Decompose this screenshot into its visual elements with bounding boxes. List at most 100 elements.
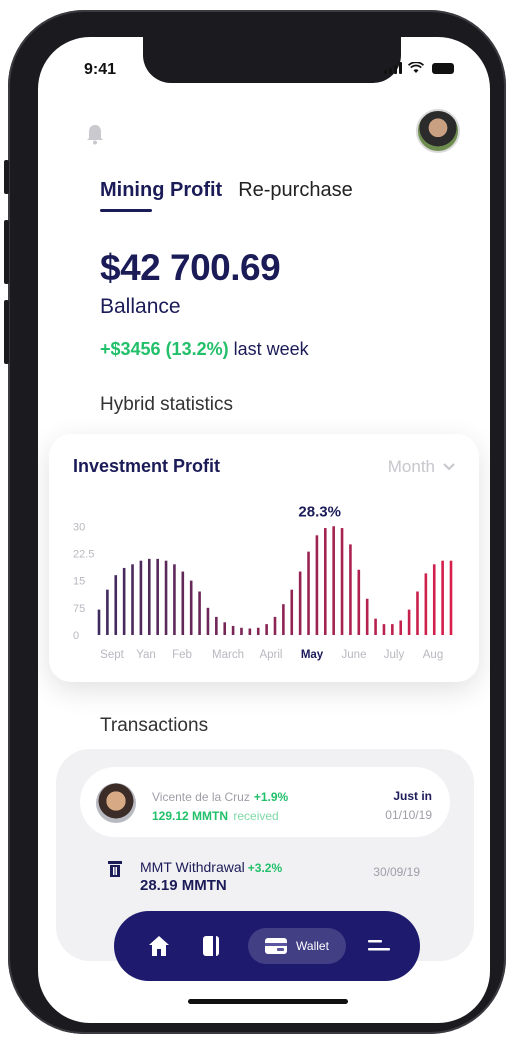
transaction-name[interactable]: MMT Withdrawal +3.2%: [140, 859, 282, 875]
chart-bar: [432, 564, 436, 635]
balance-label: Ballance: [100, 295, 181, 318]
transaction-when: Just in: [393, 789, 432, 803]
transaction-amount-value: 129.12 MMTN: [152, 809, 229, 823]
wallet-label: Wallet: [296, 939, 329, 953]
chart-bar: [399, 620, 403, 635]
chart-bar: [391, 624, 394, 635]
chart-bar: [298, 571, 302, 635]
battery-icon: [432, 63, 454, 74]
x-tick-label[interactable]: April: [259, 649, 282, 661]
volume-up-button: [4, 220, 9, 284]
withdrawal-icon: [108, 861, 122, 877]
chart-bar: [323, 528, 327, 635]
chart-bar: [424, 573, 428, 635]
chart-bar: [131, 564, 134, 635]
x-tick-label[interactable]: Aug: [423, 649, 443, 661]
card-icon[interactable]: [202, 935, 220, 957]
transaction-amount: 28.19 MMTN: [140, 877, 227, 894]
transaction-sender: Vicente de la Cruz: [152, 790, 250, 804]
wallet-icon: [265, 938, 288, 954]
x-tick-label[interactable]: July: [384, 649, 405, 661]
chart-bar: [156, 558, 159, 635]
transaction-status: received: [233, 809, 279, 823]
tab-mining-profit[interactable]: Mining Profit: [100, 179, 222, 212]
investment-profit-card: 0 75 15 22.5 30 28.3% Sept Yan Feb March April May J…: [49, 434, 479, 682]
status-icons: [384, 62, 454, 74]
chart-bar: [282, 604, 285, 635]
chart-bar: [407, 609, 411, 635]
balance-amount: $42 700.69: [100, 247, 281, 288]
chart-bar: [106, 589, 109, 635]
bottom-nav: Wallet: [114, 911, 420, 981]
card-title: Investment Profit: [73, 456, 221, 476]
x-tick-label[interactable]: June: [342, 649, 367, 661]
chart-bar: [416, 591, 419, 635]
chart-bar: [206, 607, 210, 635]
period-dropdown[interactable]: Month: [388, 457, 455, 477]
chart-bar: [449, 560, 453, 635]
app-screen: 9:41 Mining Profit Re-purchase $42 700.6…: [38, 37, 490, 1023]
y-tick-label: 0: [73, 630, 79, 642]
x-tick-label[interactable]: Yan: [136, 649, 156, 661]
chart-bar: [215, 616, 218, 635]
chart-bar: [256, 627, 260, 635]
x-tick-label[interactable]: March: [212, 649, 244, 661]
chart-bar: [441, 560, 444, 635]
section-title-hybrid-statistics: Hybrid statistics: [100, 394, 234, 415]
chart-bar: [240, 627, 243, 635]
chart-bar: [273, 616, 277, 635]
status-time: 9:41: [84, 61, 117, 78]
chart-bar: [147, 558, 151, 635]
chart-bar: [374, 618, 377, 635]
balance-change: +$3456 (13.2%) last week: [100, 339, 309, 360]
volume-down-button: [4, 300, 9, 364]
chart-bar: [349, 544, 352, 635]
notch: [143, 37, 401, 83]
chart-bar: [365, 598, 369, 635]
y-tick-label: 15: [73, 576, 85, 588]
chevron-down-icon: [443, 463, 455, 471]
transaction-title: MMT Withdrawal: [140, 859, 245, 875]
y-tick-label: 22.5: [73, 548, 94, 560]
chart-bar: [139, 560, 143, 635]
section-title-transactions: Transactions: [100, 715, 209, 736]
change-suffix: last week: [233, 339, 309, 359]
chart-bar: [114, 575, 118, 635]
x-tick-label[interactable]: Sept: [100, 649, 124, 661]
profile-avatar[interactable]: [416, 109, 460, 153]
chart-bar: [290, 589, 294, 635]
tab-re-purchase[interactable]: Re-purchase: [238, 179, 353, 202]
x-tick-label[interactable]: May: [301, 649, 324, 661]
home-indicator[interactable]: [188, 999, 348, 1004]
chart-bar: [307, 551, 310, 635]
transaction-date: 01/10/19: [385, 808, 432, 822]
chart-bar: [315, 535, 319, 635]
menu-icon[interactable]: [368, 937, 390, 955]
period-label: Month: [387, 457, 435, 476]
transaction-percent: +1.9%: [253, 790, 289, 804]
chart-bar: [357, 569, 361, 635]
mute-switch: [4, 160, 9, 194]
transaction-date: 30/09/19: [373, 865, 420, 879]
tab-bar: Mining Profit Re-purchase: [100, 179, 353, 212]
x-tick-label[interactable]: Feb: [172, 649, 192, 661]
home-icon[interactable]: [148, 935, 170, 957]
chart-bar: [332, 526, 335, 635]
chart-bar: [382, 624, 386, 635]
chart-bar: [122, 567, 126, 635]
transaction-amount: 129.12 MMTN received: [152, 809, 279, 823]
wallet-tab[interactable]: Wallet: [248, 928, 346, 964]
chart-bar: [198, 591, 201, 635]
chart-bar: [189, 580, 193, 635]
chart-bar: [265, 624, 268, 635]
phone-frame: 9:41 Mining Profit Re-purchase $42 700.6…: [4, 10, 506, 1034]
bell-icon[interactable]: [86, 123, 104, 145]
change-value: +$3456 (13.2%): [100, 339, 229, 359]
chart-bar: [248, 628, 252, 635]
chart-bar: [164, 560, 168, 635]
chart-bar: [173, 564, 176, 635]
chart-bar: [223, 622, 227, 635]
signal-icon: [384, 62, 402, 74]
chart-bar: [181, 571, 185, 635]
peak-label: 28.3%: [298, 503, 341, 520]
